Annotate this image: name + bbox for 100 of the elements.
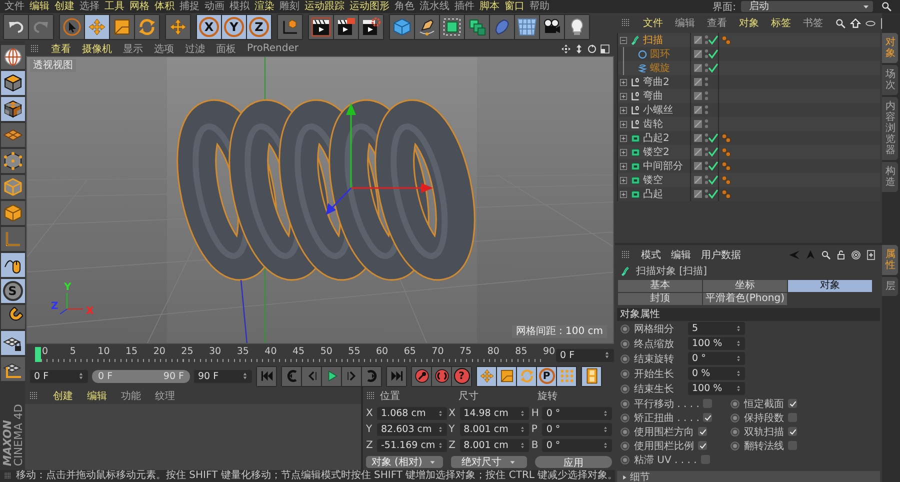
number-field[interactable]: 0 ° bbox=[542, 439, 612, 452]
checkbox[interactable] bbox=[788, 441, 797, 450]
checkbox[interactable] bbox=[788, 399, 797, 408]
menu-item[interactable]: 雕刻 bbox=[277, 0, 302, 13]
dot-grid-button[interactable] bbox=[557, 366, 576, 386]
search-icon[interactable] bbox=[881, 1, 892, 12]
stacked-cubes-button[interactable] bbox=[465, 15, 489, 39]
expand-icon[interactable] bbox=[619, 134, 628, 142]
visibility-icon[interactable] bbox=[704, 34, 718, 46]
apply-button[interactable]: 应用 bbox=[535, 456, 612, 468]
visibility-icon[interactable] bbox=[704, 48, 718, 60]
object-name[interactable]: 凸起2 bbox=[643, 131, 670, 145]
camera-button[interactable] bbox=[540, 15, 564, 39]
cube-faces-button[interactable] bbox=[0, 201, 24, 225]
side-tab[interactable]: 层 bbox=[882, 277, 898, 296]
menu-item[interactable]: 过滤 bbox=[185, 42, 205, 56]
side-tab[interactable]: 属性 bbox=[882, 245, 898, 275]
visibility-icon[interactable] bbox=[704, 160, 718, 172]
menu-item[interactable]: 编辑 bbox=[87, 388, 107, 402]
axes-cube-button[interactable] bbox=[278, 15, 302, 39]
parameter-button[interactable]: P bbox=[537, 366, 556, 386]
number-field[interactable]: 82.603 cm bbox=[377, 423, 447, 436]
mouse-button[interactable] bbox=[0, 253, 24, 277]
menu-item[interactable]: 渲染 bbox=[252, 0, 277, 13]
menu-item[interactable]: 窗口 bbox=[502, 0, 527, 13]
key-forward-button[interactable] bbox=[362, 366, 381, 386]
expand-icon[interactable] bbox=[619, 162, 628, 170]
menu-item[interactable]: 编辑 bbox=[671, 248, 691, 262]
grid-plane-button[interactable] bbox=[0, 123, 24, 147]
object-name[interactable]: 中间部分 bbox=[643, 159, 683, 173]
expand-icon[interactable] bbox=[619, 190, 628, 198]
undo-button[interactable] bbox=[4, 15, 28, 39]
locked-grid-button[interactable] bbox=[0, 331, 24, 355]
tab[interactable]: 对象 bbox=[788, 280, 872, 292]
layout-dropdown[interactable]: 启动 bbox=[741, 1, 873, 12]
object-name[interactable]: 弯曲 bbox=[643, 89, 663, 103]
object-name[interactable]: 镂空 bbox=[643, 173, 663, 187]
menu-item[interactable]: ProRender bbox=[247, 43, 298, 54]
menu-item[interactable]: 书签 bbox=[803, 16, 823, 30]
visibility-icon[interactable] bbox=[704, 188, 718, 200]
number-field[interactable]: -51.169 cm bbox=[377, 439, 447, 452]
up-down-arrows-icon[interactable] bbox=[574, 44, 584, 54]
clapperboard-button[interactable] bbox=[309, 15, 333, 39]
move-arrows-icon[interactable] bbox=[561, 44, 571, 54]
checkbox[interactable] bbox=[703, 413, 712, 422]
object-name[interactable]: 圆环 bbox=[650, 47, 670, 61]
light-bulb-button[interactable] bbox=[565, 15, 589, 39]
clapperboard-button[interactable] bbox=[334, 15, 358, 39]
menu-item[interactable]: 网格 bbox=[127, 0, 152, 13]
frame-field[interactable]: 90 F bbox=[194, 370, 252, 382]
tab[interactable]: 基本 bbox=[618, 280, 702, 292]
grid-axis-button[interactable] bbox=[0, 357, 24, 381]
filmstrip-button[interactable] bbox=[582, 366, 601, 386]
object-name[interactable]: 小螺丝 bbox=[643, 103, 673, 117]
visibility-icon[interactable] bbox=[704, 132, 718, 144]
playhead-handle[interactable] bbox=[35, 347, 41, 362]
magnet-button[interactable] bbox=[0, 305, 24, 329]
checkbox[interactable] bbox=[788, 427, 797, 436]
menu-item[interactable]: 编辑 bbox=[27, 0, 52, 13]
menu-item[interactable]: 脚本 bbox=[477, 0, 502, 13]
cube-points-button[interactable] bbox=[0, 149, 24, 173]
window-icon[interactable] bbox=[600, 44, 610, 54]
number-field[interactable]: 100 % bbox=[688, 382, 745, 395]
menu-item[interactable]: 插件 bbox=[452, 0, 477, 13]
expand-icon[interactable] bbox=[619, 120, 628, 128]
menu-item[interactable]: 创建 bbox=[53, 388, 73, 402]
number-field[interactable]: 1.068 cm bbox=[377, 407, 447, 420]
checkbox[interactable] bbox=[703, 399, 712, 408]
cursor-button[interactable] bbox=[60, 15, 84, 39]
move-button[interactable] bbox=[477, 366, 496, 386]
axis-lock-button[interactable]: X bbox=[197, 15, 221, 39]
axis-lock-button[interactable]: Y bbox=[222, 15, 246, 39]
visibility-icon[interactable] bbox=[704, 146, 718, 158]
scale-button[interactable] bbox=[110, 15, 134, 39]
menu-item[interactable]: 模式 bbox=[641, 248, 661, 262]
expand-icon[interactable] bbox=[619, 106, 628, 114]
axis-button[interactable] bbox=[0, 227, 24, 251]
number-field[interactable]: 0 ° bbox=[542, 423, 612, 436]
globe-button[interactable] bbox=[0, 45, 24, 69]
menu-item[interactable]: 文件 bbox=[643, 16, 663, 30]
checker-cube-button[interactable] bbox=[0, 97, 24, 121]
skip-forward-button[interactable] bbox=[387, 366, 406, 386]
up-arrow-icon[interactable] bbox=[850, 18, 861, 28]
menu-item[interactable]: 流水线 bbox=[417, 0, 452, 13]
object-name[interactable]: 弯曲2 bbox=[643, 75, 670, 89]
rotate-icon[interactable] bbox=[587, 44, 597, 54]
menu-item[interactable]: 文件 bbox=[2, 0, 27, 13]
expand-icon[interactable] bbox=[619, 78, 628, 86]
menu-item[interactable]: 查看 bbox=[707, 16, 727, 30]
number-field[interactable]: 100 % bbox=[688, 337, 745, 350]
skip-back-button[interactable] bbox=[257, 366, 276, 386]
menu-item[interactable]: 标签 bbox=[771, 16, 791, 30]
key-help-button[interactable]: ? bbox=[452, 366, 471, 386]
cube-button[interactable] bbox=[0, 71, 24, 95]
snap-button[interactable]: S bbox=[0, 279, 24, 303]
expand-icon[interactable] bbox=[619, 92, 628, 100]
size-mode-dropdown[interactable]: 绝对尺寸 bbox=[450, 456, 528, 468]
cube-edges-button[interactable] bbox=[0, 175, 24, 199]
expand-icon[interactable] bbox=[619, 176, 628, 184]
frame-field[interactable]: 0 F bbox=[556, 348, 614, 362]
